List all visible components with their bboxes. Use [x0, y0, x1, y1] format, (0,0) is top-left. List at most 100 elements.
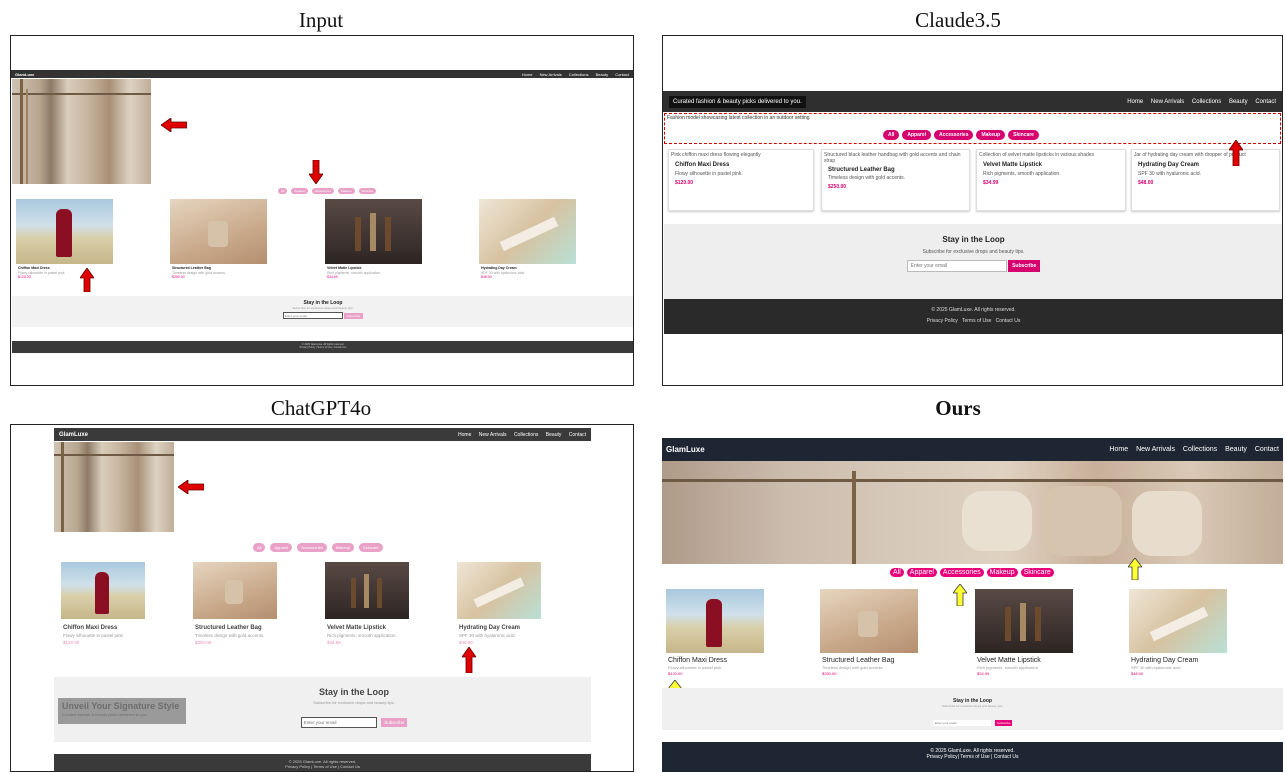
product-card-dress[interactable]: Chiffon Maxi Dress Flowy silhouette in p… — [63, 625, 124, 646]
nav-link-contact[interactable]: Contact — [569, 432, 586, 438]
newsletter-title: Stay in the Loop — [942, 235, 1005, 244]
nav-link-home[interactable]: Home — [458, 432, 471, 438]
footer-link-contact[interactable]: Contact Us — [340, 764, 360, 769]
nav-link-collections[interactable]: Collections — [569, 72, 589, 77]
product-desc: Timeless design with gold accents. — [822, 665, 884, 670]
footer-link-contact[interactable]: Contact Us — [996, 318, 1021, 324]
filter-makeup[interactable]: Makeup — [986, 568, 1018, 577]
subscribe-button[interactable]: Subscribe — [381, 718, 408, 727]
product-card-bag[interactable]: Structured black leather handbag with go… — [821, 149, 970, 211]
footer-link-privacy[interactable]: Privacy Policy — [285, 764, 310, 769]
nav-link-new-arrivals[interactable]: New Arrivals — [540, 72, 562, 77]
footer-link-contact[interactable]: Contact Us — [334, 346, 346, 349]
filter-makeup[interactable]: Makeup — [337, 188, 355, 194]
email-input[interactable] — [282, 312, 343, 319]
product-price: $48.00 — [1138, 180, 1154, 186]
product-name: Structured Leather Bag — [828, 167, 895, 173]
product-card-dress[interactable]: Chiffon Maxi Dress Flowy silhouette in p… — [668, 656, 727, 676]
email-input[interactable] — [932, 720, 991, 726]
nav-link-collections[interactable]: Collections — [514, 432, 538, 438]
hero-image — [662, 461, 1283, 564]
nav-link-new-arrivals[interactable]: New Arrivals — [479, 432, 507, 438]
product-image-dress — [16, 199, 113, 264]
product-card-lipstick[interactable]: Velvet Matte Lipstick Rich pigments, smo… — [327, 266, 381, 280]
product-card-cream[interactable]: Jar of hydrating day cream with dropper … — [1131, 149, 1280, 211]
nav-link-contact[interactable]: Contact — [1255, 99, 1276, 105]
footer-link-privacy[interactable]: Privacy Policy — [300, 346, 316, 349]
product-card-lipstick[interactable]: Velvet Matte Lipstick Rich pigments, smo… — [977, 656, 1041, 676]
product-desc: Rich pigments, smooth application. — [977, 665, 1040, 670]
product-price: $250.00 — [195, 640, 212, 645]
nav-link-contact[interactable]: Contact — [615, 72, 629, 77]
nav-link-home[interactable]: Home — [1109, 446, 1128, 453]
footer-link-terms[interactable]: Terms of Use — [313, 764, 337, 769]
footer-link-terms[interactable]: Terms of Use — [962, 318, 991, 324]
email-input[interactable] — [300, 717, 377, 728]
filter-skincare[interactable]: Skincare — [359, 543, 383, 552]
product-card-lipstick[interactable]: Collection of velvet matte lipsticks in … — [976, 149, 1126, 211]
product-card-cream[interactable]: Hydrating Day Cream SPF 30 with hyaluron… — [459, 625, 520, 646]
product-card-cream[interactable]: Hydrating Day Cream SPF 30 with hyaluron… — [481, 266, 525, 280]
nav-link-beauty[interactable]: Beauty — [1229, 99, 1248, 105]
footer: © 2025 GlamLuxe. All rights reserved. Pr… — [662, 742, 1283, 772]
filter-all[interactable]: All — [883, 130, 900, 140]
product-desc: Timeless design with gold accents. — [828, 175, 906, 181]
filter-apparel[interactable]: Apparel — [902, 130, 932, 140]
brand-logo[interactable]: GlamLuxe — [59, 432, 88, 438]
filter-accessories[interactable]: Accessories — [297, 543, 327, 552]
filter-accessories[interactable]: Accessories — [934, 130, 974, 140]
product-card-bag[interactable]: Structured Leather Bag Timeless design w… — [172, 266, 226, 280]
filter-apparel[interactable]: Apparel — [291, 188, 308, 194]
nav-link-home[interactable]: Home — [522, 72, 533, 77]
filter-apparel[interactable]: Apparel — [906, 568, 937, 577]
footer-link-terms[interactable]: Terms of Use — [960, 754, 989, 760]
panel-title-claude: Claude3.5 — [915, 8, 1001, 32]
nav-link-beauty[interactable]: Beauty — [546, 432, 562, 438]
nav-link-contact[interactable]: Contact — [1255, 446, 1279, 453]
product-card-lipstick[interactable]: Velvet Matte Lipstick Rich pigments, smo… — [327, 625, 397, 646]
product-image-cream — [479, 199, 576, 264]
filter-makeup[interactable]: Makeup — [331, 543, 355, 552]
product-card-bag[interactable]: Structured Leather Bag Timeless design w… — [822, 656, 894, 676]
subscribe-button[interactable]: Subscribe — [1008, 260, 1041, 272]
product-card-bag[interactable]: Structured Leather Bag Timeless design w… — [195, 625, 264, 646]
email-input[interactable] — [906, 260, 1007, 272]
footer-link-contact[interactable]: Contact Us — [994, 754, 1019, 760]
filter-accessories[interactable]: Accessories — [939, 568, 984, 577]
nav-link-new-arrivals[interactable]: New Arrivals — [1151, 99, 1184, 105]
subscribe-button[interactable]: Subscribe — [995, 720, 1013, 726]
footer: © 2025 GlamLuxe. All rights reserved. Pr… — [12, 341, 633, 353]
filter-apparel[interactable]: Apparel — [270, 543, 293, 552]
product-card-dress[interactable]: Pink chiffon maxi dress flowing elegantl… — [668, 149, 814, 211]
footer-link-privacy[interactable]: Privacy Policy — [927, 318, 958, 324]
footer: © 2025 GlamLuxe. All rights reserved. Pr… — [54, 754, 591, 771]
product-price: $34.99 — [327, 275, 338, 279]
product-card-dress[interactable]: Chiffon Maxi Dress Flowy silhouette in p… — [18, 266, 65, 280]
filter-skincare[interactable]: Skincare — [1020, 568, 1054, 577]
brand-logo[interactable]: GlamLuxe — [15, 72, 34, 77]
product-image-lipstick — [325, 199, 422, 264]
filter-skincare[interactable]: Skincare — [1008, 130, 1039, 140]
filter-all[interactable]: All — [253, 543, 266, 552]
footer-link-terms[interactable]: Terms of Use — [317, 346, 332, 349]
nav-link-new-arrivals[interactable]: New Arrivals — [1136, 446, 1175, 453]
nav-link-collections[interactable]: Collections — [1192, 99, 1221, 105]
product-price: $250.00 — [172, 275, 185, 279]
subscribe-button[interactable]: Subscribe — [343, 312, 364, 319]
hero-image-alt: Fashion model showcasing latest collecti… — [667, 115, 810, 121]
nav-link-beauty[interactable]: Beauty — [596, 72, 608, 77]
footer-link-privacy[interactable]: Privacy Policy — [927, 754, 958, 760]
filter-skincare[interactable]: Skincare — [358, 188, 377, 194]
product-image-bag — [170, 199, 267, 264]
filter-all[interactable]: All — [278, 188, 288, 194]
filter-all[interactable]: All — [890, 568, 904, 577]
nav-link-collections[interactable]: Collections — [1183, 446, 1217, 453]
nav-link-beauty[interactable]: Beauty — [1225, 446, 1247, 453]
product-card-cream[interactable]: Hydrating Day Cream SPF 30 with hyaluron… — [1131, 656, 1198, 676]
product-image-alt: Collection of velvet matte lipsticks in … — [979, 152, 1095, 158]
filter-accessories[interactable]: Accessories — [311, 188, 334, 194]
product-image-bag — [193, 562, 277, 619]
brand-logo[interactable]: GlamLuxe — [666, 445, 705, 454]
filter-makeup[interactable]: Makeup — [976, 130, 1006, 140]
nav-link-home[interactable]: Home — [1127, 99, 1143, 105]
